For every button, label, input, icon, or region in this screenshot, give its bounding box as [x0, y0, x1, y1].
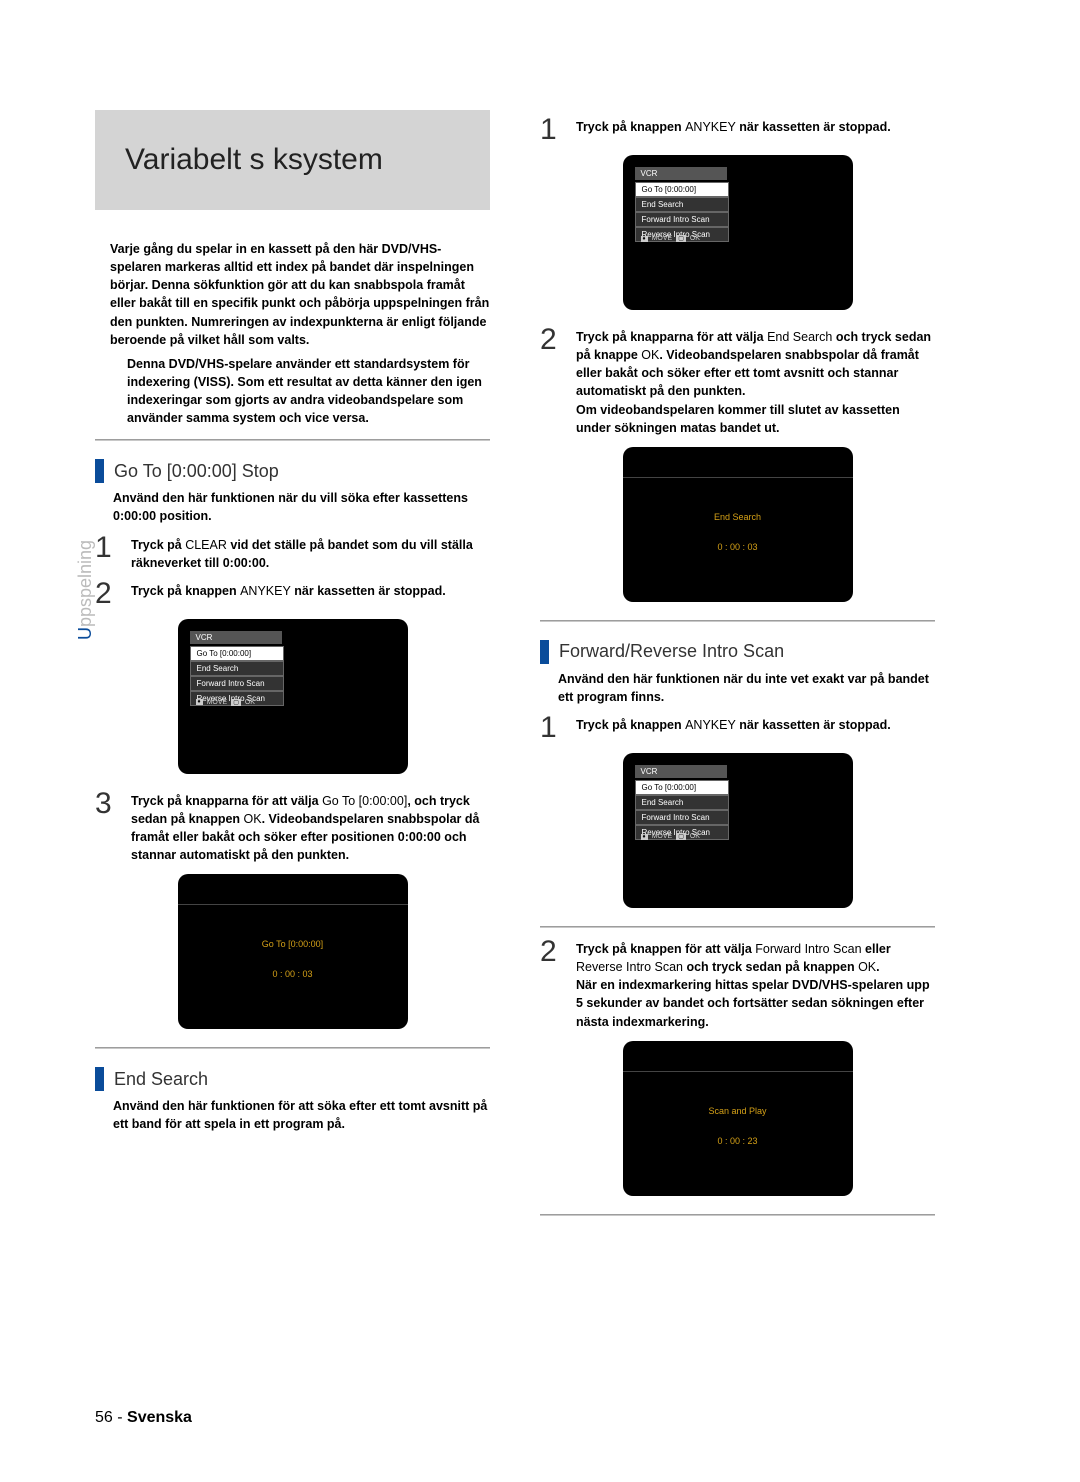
step-text: Tryck på knappen ANYKEY när kassetten är…	[576, 716, 935, 743]
section-end-title: End Search	[114, 1069, 208, 1090]
fwd-step-1: 1 Tryck på knappen ANYKEY när kassetten …	[540, 716, 935, 743]
step-text: Tryck på knappen ANYKEY när kassetten är…	[576, 118, 935, 145]
end-step-2: 2 Tryck på knapparna för att välja End S…	[540, 328, 935, 437]
vcr-menu-item: Forward Intro Scan	[635, 212, 729, 227]
page-number: 56 -	[95, 1409, 127, 1426]
fwd-subtitle: Använd den här funktionen när du inte ve…	[558, 670, 935, 706]
vcr-menu-screen: VCR Go To [0:00:00] End Search Forward I…	[623, 753, 853, 908]
vcr-menu-item: End Search	[635, 197, 729, 212]
right-column: 1 Tryck på knappen ANYKEY när kassetten …	[540, 110, 935, 1228]
section-bar-icon	[95, 1067, 104, 1091]
vcr-menu-screen: VCR Go To [0:00:00] End Search Forward I…	[178, 619, 408, 774]
page-title: Variabelt s ksystem	[125, 143, 383, 177]
end-step-1: 1 Tryck på knappen ANYKEY när kassetten …	[540, 118, 935, 145]
vcr-menu-item: Go To [0:00:00]	[635, 182, 729, 197]
step-text: Tryck på knapparna för att välja Go To […	[131, 792, 490, 865]
step-number: 1	[95, 533, 125, 572]
page-language: Svenska	[127, 1409, 192, 1426]
page-footer: 56 - Svenska	[95, 1409, 192, 1427]
vcr-menu-screen: VCR Go To [0:00:00] End Search Forward I…	[623, 155, 853, 310]
intro-paragraph-1: Varje gång du spelar in en kassett på de…	[110, 240, 490, 349]
step-number: 2	[540, 325, 570, 437]
step-text: Tryck på knappen för att välja Forward I…	[576, 940, 935, 1031]
goto-step-1: 1 Tryck på CLEAR vid det ställe på bande…	[95, 536, 490, 572]
section-fwd-title: Forward/Reverse Intro Scan	[559, 641, 784, 662]
step-text: Tryck på knappen ANYKEY när kassetten är…	[131, 582, 490, 609]
vcr-menu-item: End Search	[635, 795, 729, 810]
goto-step-3: 3 Tryck på knapparna för att välja Go To…	[95, 792, 490, 865]
section-forward-reverse: Forward/Reverse Intro Scan	[540, 640, 935, 664]
vcr-menu-title: VCR	[635, 167, 727, 180]
step-text: Tryck på knapparna för att välja End Sea…	[576, 328, 935, 437]
vcr-menu-title: VCR	[635, 765, 727, 778]
section-bar-icon	[95, 459, 104, 483]
divider	[540, 620, 935, 622]
vcr-menu-item: Forward Intro Scan	[635, 810, 729, 825]
goto-subtitle: Använd den här funktionen när du vill sö…	[113, 489, 490, 525]
divider	[540, 1214, 935, 1216]
screen-line-2: 0 : 00 : 23	[623, 1136, 853, 1146]
screen-line-2: 0 : 00 : 03	[178, 969, 408, 979]
side-tab-label: Uppspelning	[75, 540, 96, 640]
vcr-menu-item: Forward Intro Scan	[190, 676, 284, 691]
section-goto: Go To [0:00:00] Stop	[95, 459, 490, 483]
vcr-menu-item: Go To [0:00:00]	[635, 780, 729, 795]
section-end-search: End Search	[95, 1067, 490, 1091]
step-text: Tryck på CLEAR vid det ställe på bandet …	[131, 536, 490, 572]
screen-line-1: Scan and Play	[623, 1106, 853, 1116]
page-title-block: Variabelt s ksystem	[95, 110, 490, 210]
vcr-menu-footer: ♦MOVE▢OK	[196, 699, 255, 706]
step-number: 2	[95, 579, 125, 609]
step-number: 1	[540, 713, 570, 743]
fwd-step-2: 2 Tryck på knappen för att välja Forward…	[540, 940, 935, 1031]
screen-line-1: End Search	[623, 512, 853, 522]
goto-status-screen: Go To [0:00:00] 0 : 00 : 03	[178, 874, 408, 1029]
vcr-menu-item: Go To [0:00:00]	[190, 646, 284, 661]
divider	[540, 926, 935, 928]
goto-step-2: 2 Tryck på knappen ANYKEY när kassetten …	[95, 582, 490, 609]
end-subtitle: Använd den här funktionen för att söka e…	[113, 1097, 490, 1133]
left-column: Variabelt s ksystem Varje gång du spelar…	[95, 110, 490, 1228]
screen-line-1: Go To [0:00:00]	[178, 939, 408, 949]
screen-line-2: 0 : 00 : 03	[623, 542, 853, 552]
vcr-menu-footer: ♦MOVE▢OK	[641, 833, 700, 840]
step-number: 1	[540, 115, 570, 145]
step-number: 3	[95, 789, 125, 865]
divider	[95, 1047, 490, 1049]
section-bar-icon	[540, 640, 549, 664]
step-number: 2	[540, 937, 570, 1031]
vcr-menu-title: VCR	[190, 631, 282, 644]
vcr-menu-footer: ♦MOVE▢OK	[641, 235, 700, 242]
scan-status-screen: Scan and Play 0 : 00 : 23	[623, 1041, 853, 1196]
vcr-menu-item: End Search	[190, 661, 284, 676]
end-status-screen: End Search 0 : 00 : 03	[623, 447, 853, 602]
section-goto-title: Go To [0:00:00] Stop	[114, 461, 279, 482]
intro-paragraph-2: Denna DVD/VHS-spelare använder ett stand…	[127, 355, 490, 428]
divider	[95, 439, 490, 441]
